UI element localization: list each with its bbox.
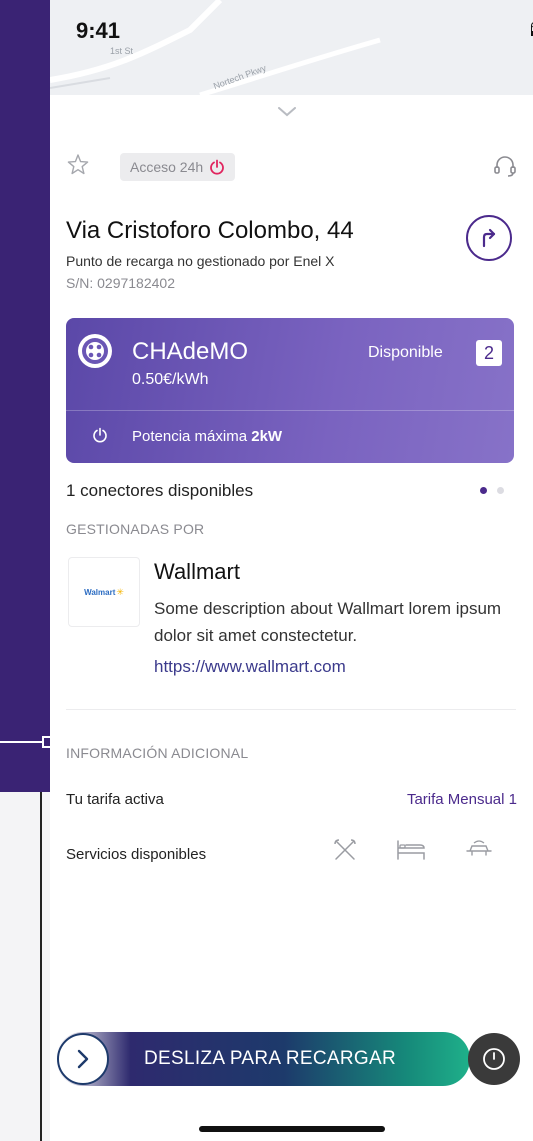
- backdrop-purple-panel: [0, 0, 56, 792]
- access-badge: Acceso 24h: [120, 153, 236, 181]
- station-serial-number: S/N: 0297182402: [66, 275, 175, 291]
- active-tariff-label: Tu tarifa activa: [66, 791, 164, 808]
- pagination-dot[interactable]: [497, 487, 504, 494]
- clock-icon: [483, 1048, 505, 1070]
- services-icons: [332, 837, 494, 863]
- sheet-header-row: Acceso 24h: [66, 153, 516, 183]
- connector-card[interactable]: CHAdeMO 0.50€/kWh Disponible 2 Potencia …: [66, 318, 514, 463]
- managed-by-heading: GESTIONADAS POR: [66, 521, 205, 537]
- connector-count-badge: 2: [476, 340, 502, 366]
- additional-info-heading: INFORMACIÓN ADICIONAL: [66, 745, 249, 761]
- station-management-note: Punto de recarga no gestionado por Enel …: [66, 253, 335, 269]
- power-icon: [210, 159, 225, 175]
- chademo-plug-icon: [78, 334, 112, 368]
- status-time: 9:41: [76, 18, 121, 43]
- pagination-dot-active[interactable]: [480, 487, 487, 494]
- connector-status: Disponible: [368, 344, 443, 361]
- backdrop-connector-line: [40, 792, 42, 1141]
- power-icon: [93, 427, 107, 443]
- directions-button[interactable]: [466, 215, 512, 261]
- access-badge-label: Acceso 24h: [130, 159, 204, 175]
- company-website-link[interactable]: https://www.wallmart.com: [154, 657, 346, 677]
- pagination-dots[interactable]: [480, 487, 504, 494]
- divider: [66, 709, 516, 710]
- station-sheet: Acceso 24h Via Cristoforo Colombo, 44 Pu…: [50, 95, 533, 1141]
- schedule-charge-button[interactable]: [468, 1033, 520, 1085]
- card-divider: [66, 410, 514, 411]
- favorite-star-icon[interactable]: [66, 153, 90, 177]
- services-label: Servicios disponibles: [66, 846, 207, 863]
- slide-to-charge-slider[interactable]: DESLIZA PARA RECARGAR: [56, 1032, 470, 1086]
- active-tariff-value[interactable]: Tarifa Mensual 1: [407, 791, 517, 808]
- company-name: Wallmart: [154, 559, 240, 584]
- company-description: Some description about Wallmart lorem ip…: [154, 599, 502, 645]
- restaurant-icon: [334, 839, 356, 860]
- slide-to-charge-label: DESLIZA PARA RECARGAR: [144, 1048, 396, 1069]
- car-wash-icon: [466, 840, 492, 856]
- connector-max-power: Potencia máxima 2kW: [132, 428, 282, 445]
- hotel-bed-icon: [397, 840, 425, 860]
- directions-arrow-icon: [482, 228, 496, 248]
- max-power-label: Potencia máxima: [132, 428, 248, 445]
- connector-name: CHAdeMO: [132, 338, 249, 365]
- available-connectors-text: 1 conectores disponibles: [66, 481, 254, 500]
- map-view[interactable]: 1st St Nortech Pkwy 9:41: [50, 0, 533, 95]
- spark-icon: ✳: [116, 586, 124, 597]
- connector-price: 0.50€/kWh: [132, 371, 209, 388]
- max-power-value: 2kW: [251, 428, 283, 445]
- company-logo: Walmart ✳: [68, 557, 140, 627]
- slider-handle[interactable]: [57, 1033, 109, 1085]
- phone-screen: 1st St Nortech Pkwy 9:41 Acceso 24h Via …: [50, 0, 533, 1141]
- station-address-title: Via Cristoforo Colombo, 44: [66, 217, 354, 244]
- map-street-label: 1st St: [110, 46, 134, 56]
- home-indicator[interactable]: [199, 1126, 385, 1132]
- support-headset-icon[interactable]: [492, 153, 518, 179]
- chevron-down-icon[interactable]: [278, 107, 296, 117]
- chevron-right-icon: [77, 1049, 89, 1069]
